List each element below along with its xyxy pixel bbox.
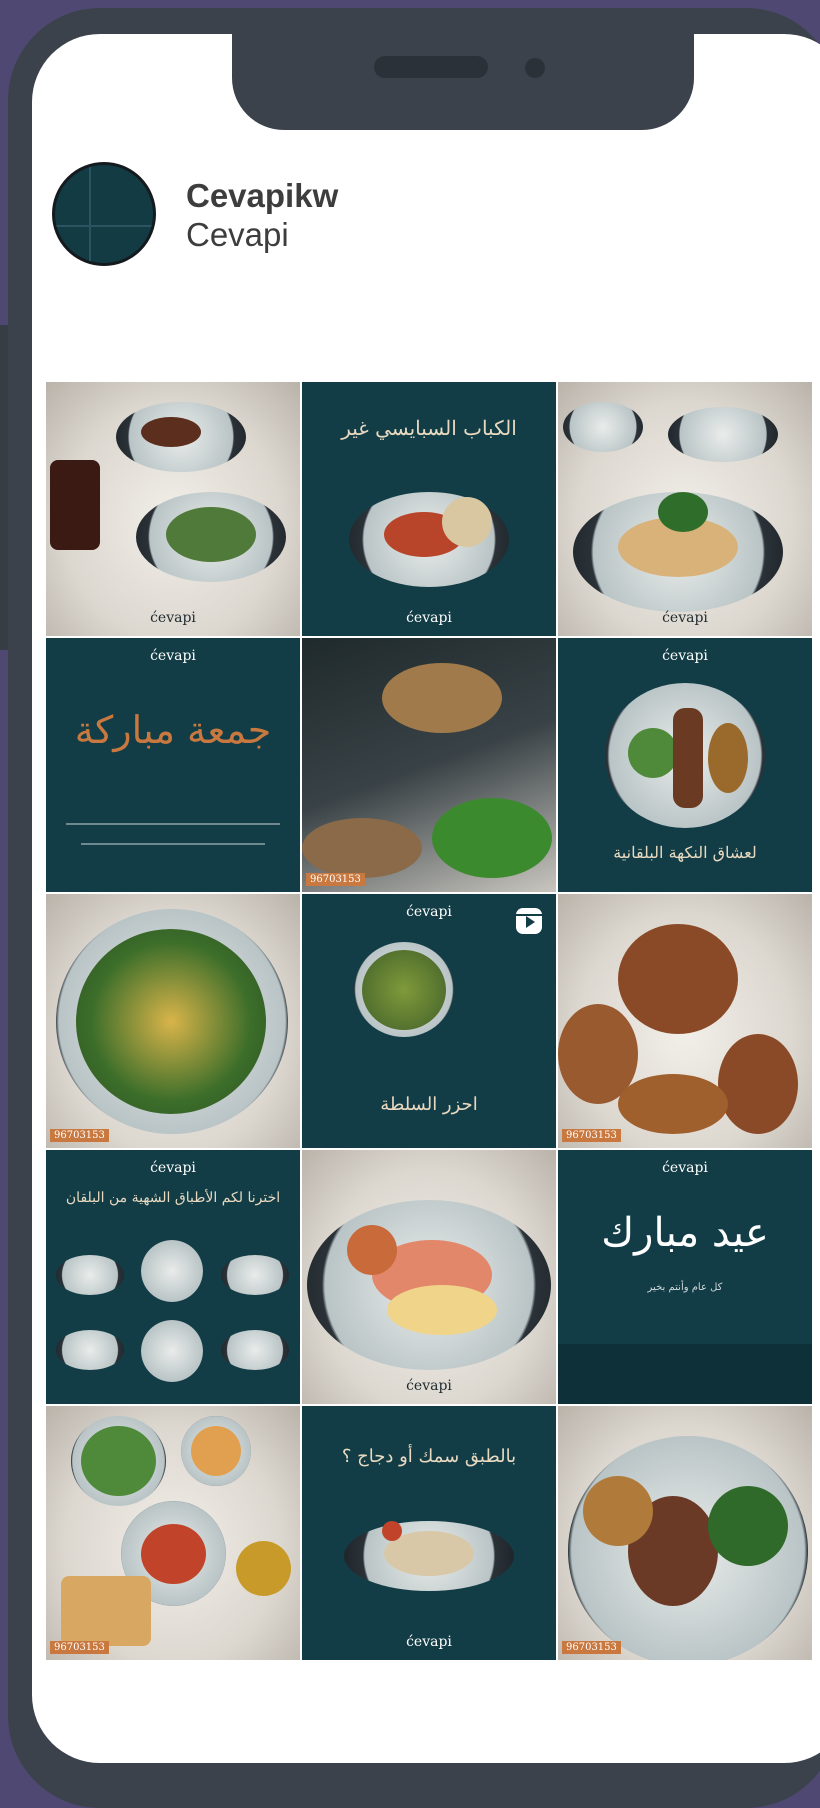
post-tile[interactable]: ćevapi احزر السلطة [302, 894, 556, 1148]
brand-mark: ćevapi [150, 610, 196, 626]
post-tile[interactable]: ćevapi اخترنا لكم الأطباق الشهية من البل… [46, 1150, 300, 1404]
post-tile[interactable]: ćevapi [558, 382, 812, 636]
reel-icon [516, 908, 542, 934]
brand-mark: ćevapi [662, 1160, 708, 1176]
profile-username[interactable]: Cevapikw [186, 176, 338, 216]
post-tile[interactable]: 96703153 [558, 1406, 812, 1660]
post-tile[interactable]: ćevapi لعشاق النكهة البلقانية [558, 638, 812, 892]
post-tile[interactable]: ćevapi [46, 382, 300, 636]
phone-badge: 96703153 [50, 1129, 109, 1142]
phone-notch [232, 34, 694, 130]
posts-grid: ćevapi الكباب السبايسي غير ćevapi ćevapi… [46, 382, 820, 1660]
phone-badge: 96703153 [50, 1641, 109, 1654]
post-tile[interactable]: الكباب السبايسي غير ćevapi [302, 382, 556, 636]
brand-mark: ćevapi [662, 648, 708, 664]
plate [563, 402, 643, 452]
phone-badge: 96703153 [562, 1129, 621, 1142]
brand-mark: ćevapi [406, 610, 452, 626]
phone-screen: Cevapikw Cevapi ćevapi الكباب السبايسي غ… [32, 34, 820, 1763]
speaker-grille [374, 56, 488, 78]
post-tile[interactable]: 96703153 [302, 638, 556, 892]
avatar[interactable] [52, 162, 156, 266]
plate [221, 1330, 289, 1370]
brand-mark: ćevapi [406, 1634, 452, 1650]
post-caption: اخترنا لكم الأطباق الشهية من البلقان [65, 1190, 281, 1206]
post-caption: الكباب السبايسي غير [341, 416, 517, 440]
front-camera [525, 58, 545, 78]
plate [221, 1255, 289, 1295]
post-tile[interactable]: 96703153 [558, 894, 812, 1148]
post-tile[interactable]: 96703153 [46, 894, 300, 1148]
phone-badge: 96703153 [562, 1641, 621, 1654]
post-caption: لعشاق النكهة البلقانية [613, 843, 757, 862]
post-caption: عيد مبارك [601, 1210, 769, 1256]
phone-badge: 96703153 [306, 873, 365, 886]
brand-mark: ćevapi [150, 648, 196, 664]
post-caption: جمعة مباركة [74, 708, 272, 752]
post-subcaption: كل عام وأنتم بخير [647, 1282, 723, 1293]
brand-mark: ćevapi [150, 1160, 196, 1176]
plate [141, 1240, 203, 1302]
post-tile[interactable]: 96703153 [46, 1406, 300, 1660]
profile-names: Cevapikw Cevapi [186, 176, 338, 254]
brand-mark: ćevapi [662, 610, 708, 626]
post-caption: بالطبق سمك أو دجاج ؟ [341, 1446, 517, 1467]
phone-frame: Cevapikw Cevapi ćevapi الكباب السبايسي غ… [8, 8, 820, 1808]
brand-mark: ćevapi [406, 1378, 452, 1394]
plate [56, 1255, 124, 1295]
profile-full-name: Cevapi [186, 216, 289, 253]
plate [56, 1330, 124, 1370]
post-tile[interactable]: ćevapi [302, 1150, 556, 1404]
plate [668, 407, 778, 462]
post-tile[interactable]: ćevapi جمعة مباركة [46, 638, 300, 892]
post-caption: احزر السلطة [380, 1094, 478, 1115]
post-tile[interactable]: بالطبق سمك أو دجاج ؟ ćevapi [302, 1406, 556, 1660]
plate [141, 1320, 203, 1382]
post-tile[interactable]: ćevapi عيد مبارك كل عام وأنتم بخير [558, 1150, 812, 1404]
